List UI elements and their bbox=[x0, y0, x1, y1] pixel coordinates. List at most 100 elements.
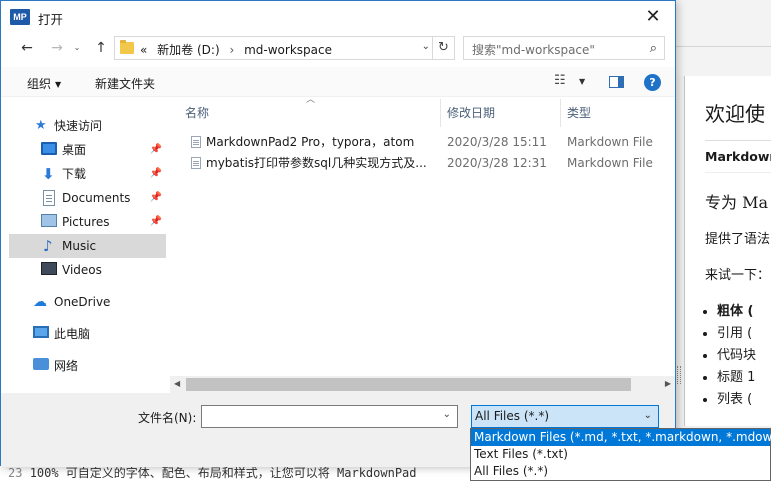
file-date: 2020/3/28 15:11 bbox=[447, 135, 547, 149]
refresh-button[interactable]: ↻ bbox=[432, 37, 454, 59]
column-header-date[interactable]: 修改日期 bbox=[447, 101, 495, 125]
back-button[interactable]: ← bbox=[15, 36, 39, 60]
scroll-left-icon[interactable]: ◀ bbox=[174, 379, 180, 388]
chevron-down-icon[interactable]: ⌄ bbox=[443, 409, 451, 420]
sidebar-item-videos[interactable]: Videos bbox=[9, 258, 166, 282]
pin-icon: 📌 bbox=[149, 192, 162, 203]
filetype-dropdown-list: Markdown Files (*.md, *.txt, *.markdown,… bbox=[470, 428, 771, 481]
preview-rule bbox=[705, 140, 771, 141]
file-name: MarkdownPad2 Pro，typora，atom bbox=[206, 135, 415, 149]
search-box[interactable]: 搜索"md-workspace" ⌕ bbox=[463, 36, 665, 60]
pin-icon: 📌 bbox=[149, 168, 162, 179]
folder-icon bbox=[120, 40, 134, 54]
up-folder-button[interactable]: ↑ bbox=[89, 36, 113, 60]
sidebar-item-desktop[interactable]: 桌面 📌 bbox=[9, 138, 166, 162]
breadcrumb-drive[interactable]: 新加卷 (D:) bbox=[157, 43, 219, 57]
sidebar-item-onedrive[interactable]: ☁ OneDrive bbox=[9, 290, 166, 314]
filetype-select[interactable]: All Files (*.*) ⌄ bbox=[471, 405, 659, 428]
download-icon: ⬇ bbox=[42, 165, 55, 183]
sidebar-item-network[interactable]: 网络 bbox=[9, 354, 166, 378]
sidebar-item-label: Documents bbox=[62, 191, 131, 205]
organize-button[interactable]: 组织 ▼ bbox=[27, 75, 61, 92]
filetype-option[interactable]: All Files (*.*) bbox=[471, 463, 770, 480]
sidebar-item-downloads[interactable]: ⬇ 下载 📌 bbox=[9, 162, 166, 186]
caret-down-icon: ▼ bbox=[55, 80, 62, 89]
sidebar-item-label: 网络 bbox=[54, 359, 79, 373]
preview-heading: 欢迎使 bbox=[705, 102, 765, 126]
videos-icon bbox=[41, 262, 57, 275]
chevron-down-icon: ⌄ bbox=[73, 43, 81, 52]
sidebar-item-documents[interactable]: Documents 📌 bbox=[9, 186, 166, 210]
scroll-right-icon[interactable]: ▶ bbox=[665, 379, 671, 388]
search-icon: ⌕ bbox=[649, 41, 657, 56]
column-header-type[interactable]: 类型 bbox=[567, 101, 591, 125]
preview-paragraph: 来试一下： bbox=[705, 268, 771, 283]
pin-icon: 📌 bbox=[149, 144, 162, 155]
refresh-icon: ↻ bbox=[438, 40, 449, 55]
network-icon bbox=[33, 358, 49, 370]
star-icon: ★ bbox=[35, 118, 47, 133]
sidebar-item-label: 快速访问 bbox=[54, 119, 103, 133]
forward-button[interactable]: → bbox=[45, 36, 69, 60]
arrow-up-icon: ↑ bbox=[95, 40, 107, 56]
address-breadcrumb: « › 新加卷 (D:) › md-workspace bbox=[140, 41, 332, 58]
computer-icon bbox=[33, 326, 49, 338]
preview-bullet: 标题 1 bbox=[717, 366, 756, 388]
markdown-preview-pane: 欢迎使 Markdown 专为 Ma 提供了语法 来试一下： 粗体 ( 引用 (… bbox=[684, 76, 771, 426]
view-options-icon[interactable]: ☷ bbox=[554, 73, 566, 88]
markdown-file-icon bbox=[191, 136, 201, 148]
arrow-left-icon: ← bbox=[21, 40, 33, 56]
sidebar-item-label: 桌面 bbox=[62, 143, 87, 157]
filename-input[interactable]: ⌄ bbox=[201, 405, 458, 428]
sidebar-item-pictures[interactable]: Pictures 📌 bbox=[9, 210, 166, 234]
bg-toolbar-divider bbox=[675, 46, 771, 47]
filetype-selected-value: All Files (*.*) bbox=[475, 409, 550, 423]
sidebar-item-label: Music bbox=[62, 239, 97, 253]
scrollbar-thumb[interactable] bbox=[186, 378, 631, 391]
sidebar-item-music[interactable]: ♪ Music bbox=[9, 234, 166, 258]
file-date: 2020/3/28 12:31 bbox=[447, 156, 547, 170]
breadcrumb-overflow[interactable]: « bbox=[140, 43, 147, 57]
file-list: ︿ 名称 修改日期 类型 MarkdownPad2 Pro，typora，ato… bbox=[170, 95, 675, 393]
new-folder-button[interactable]: 新建文件夹 bbox=[95, 75, 155, 92]
navigation-pane: ★ 快速访问 桌面 📌 ⬇ 下载 📌 Documents 📌 Pictures … bbox=[9, 97, 166, 397]
navigation-bar: ← → ⌄ ↑ « › 新加卷 (D:) › md-workspace ⌄ ↻ … bbox=[1, 33, 675, 63]
dialog-title: 打开 bbox=[38, 12, 64, 27]
pictures-icon bbox=[41, 214, 57, 227]
column-header-name[interactable]: 名称 bbox=[185, 101, 209, 125]
pane-splitter-handle[interactable] bbox=[677, 366, 681, 384]
arrow-right-icon: → bbox=[51, 40, 63, 56]
filetype-option[interactable]: Markdown Files (*.md, *.txt, *.markdown,… bbox=[471, 429, 771, 446]
table-row[interactable]: mybatis打印带参数sql几种实现方式及... 2020/3/28 12:3… bbox=[184, 153, 664, 174]
view-options-caret-icon[interactable]: ▼ bbox=[579, 77, 585, 86]
breadcrumb-folder[interactable]: md-workspace bbox=[244, 43, 332, 57]
search-input[interactable]: 搜索"md-workspace" bbox=[472, 41, 595, 58]
preview-rule bbox=[705, 172, 771, 173]
onedrive-icon: ☁ bbox=[33, 294, 47, 310]
preview-bullet: 引用 ( bbox=[717, 322, 756, 344]
sidebar-item-quick-access[interactable]: ★ 快速访问 bbox=[9, 114, 166, 138]
help-icon[interactable]: ? bbox=[644, 74, 661, 91]
open-file-dialog: MP 打开 ✕ ← → ⌄ ↑ « › 新加卷 (D:) › md-worksp… bbox=[0, 0, 676, 467]
filename-label: 文件名(N): bbox=[138, 411, 197, 425]
markdownpad-app-icon: MP bbox=[10, 9, 30, 25]
preview-bullet-list: 粗体 ( 引用 ( 代码块 标题 1 列表 ( bbox=[705, 300, 756, 410]
horizontal-scrollbar[interactable]: ◀ ▶ bbox=[170, 376, 675, 393]
column-divider[interactable] bbox=[560, 99, 561, 127]
sidebar-item-label: Videos bbox=[62, 263, 102, 277]
table-row[interactable]: MarkdownPad2 Pro，typora，atom 2020/3/28 1… bbox=[184, 132, 664, 153]
editor-line-text: 100% 可自定义的字体、配色、布局和样式，让您可以将 MarkdownPad bbox=[29, 466, 417, 480]
preview-paragraph: 提供了语法 bbox=[705, 232, 771, 247]
preview-bullet: 列表 ( bbox=[717, 388, 756, 410]
sidebar-item-label: 下载 bbox=[62, 167, 87, 181]
column-divider[interactable] bbox=[440, 99, 441, 127]
sidebar-item-this-pc[interactable]: 此电脑 bbox=[9, 322, 166, 346]
organize-label: 组织 bbox=[27, 77, 52, 91]
filetype-option[interactable]: Text Files (*.txt) bbox=[471, 446, 770, 463]
preview-subtitle: Markdown bbox=[705, 149, 771, 164]
preview-pane-toggle-icon[interactable] bbox=[609, 76, 624, 88]
close-button[interactable]: ✕ bbox=[631, 1, 675, 33]
recent-locations-button[interactable]: ⌄ bbox=[70, 36, 84, 60]
address-bar[interactable]: « › 新加卷 (D:) › md-workspace ⌄ ↻ bbox=[114, 36, 455, 60]
address-dropdown-icon[interactable]: ⌄ bbox=[422, 41, 430, 52]
